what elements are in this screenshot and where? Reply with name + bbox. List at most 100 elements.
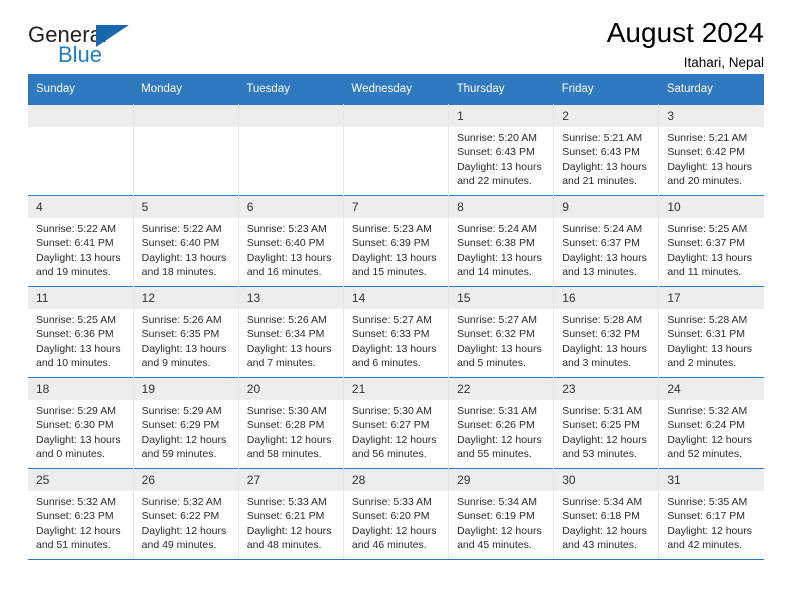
day-details: Sunrise: 5:23 AM Sunset: 6:40 PM Daylight:… bbox=[239, 218, 343, 279]
daylight-duration-line1: Daylight: 13 hours bbox=[667, 342, 752, 355]
day-details: Sunrise: 5:21 AM Sunset: 6:42 PM Daylight:… bbox=[659, 127, 764, 188]
general-blue-logo[interactable]: General Blue bbox=[28, 24, 168, 72]
sunrise-time: Sunrise: 5:25 AM bbox=[667, 223, 748, 235]
weekday-header-tuesday: Tuesday bbox=[238, 74, 344, 105]
day-details: Sunrise: 5:25 AM Sunset: 6:37 PM Daylight:… bbox=[659, 218, 764, 279]
day-number bbox=[28, 105, 133, 127]
day-details: Sunrise: 5:29 AM Sunset: 6:30 PM Daylight:… bbox=[28, 400, 133, 461]
calendar-day-cell[interactable]: 26 Sunrise: 5:32 AM Sunset: 6:22 PM Dayligh… bbox=[132, 468, 239, 560]
calendar-day-cell[interactable]: 6 Sunrise: 5:23 AM Sunset: 6:40 PM Daylight… bbox=[237, 195, 344, 287]
calendar-day-cell[interactable]: 14 Sunrise: 5:27 AM Sunset: 6:33 PM Dayligh… bbox=[342, 286, 450, 378]
daylight-duration-line1: Daylight: 12 hours bbox=[667, 524, 752, 537]
calendar-day-cell[interactable]: 23 Sunrise: 5:31 AM Sunset: 6:25 PM Dayligh… bbox=[553, 377, 660, 469]
sunrise-time: Sunrise: 5:29 AM bbox=[141, 405, 222, 417]
day-number: 13 bbox=[238, 287, 343, 309]
calendar-day-cell[interactable]: 22 Sunrise: 5:31 AM Sunset: 6:26 PM Dayligh… bbox=[448, 377, 555, 469]
calendar-day-cell[interactable]: 11 Sunrise: 5:25 AM Sunset: 6:36 PM Dayligh… bbox=[28, 286, 134, 378]
sunrise-time: Sunrise: 5:35 AM bbox=[667, 496, 748, 508]
sunset-time: Sunset: 6:33 PM bbox=[351, 328, 430, 341]
day-details: Sunrise: 5:20 AM Sunset: 6:43 PM Daylight:… bbox=[449, 127, 553, 188]
calendar-day-cell[interactable]: 1 Sunrise: 5:20 AM Sunset: 6:43 PM Daylight… bbox=[448, 104, 555, 196]
calendar-day-cell[interactable]: 20 Sunrise: 5:30 AM Sunset: 6:28 PM Dayligh… bbox=[237, 377, 344, 469]
day-details: Sunrise: 5:32 AM Sunset: 6:22 PM Daylight:… bbox=[134, 491, 238, 552]
daylight-duration-line2: and 46 minutes. bbox=[351, 538, 427, 551]
calendar-day-cell[interactable]: 2 Sunrise: 5:21 AM Sunset: 6:43 PM Daylight… bbox=[553, 104, 660, 196]
calendar-day-cell[interactable]: 13 Sunrise: 5:26 AM Sunset: 6:34 PM Dayligh… bbox=[237, 286, 344, 378]
calendar-day-cell[interactable]: 12 Sunrise: 5:26 AM Sunset: 6:35 PM Dayligh… bbox=[132, 286, 239, 378]
sunset-time: Sunset: 6:22 PM bbox=[141, 510, 220, 523]
day-number: 25 bbox=[28, 469, 133, 491]
day-number: 11 bbox=[28, 287, 133, 309]
day-number: 7 bbox=[343, 196, 449, 218]
day-number: 24 bbox=[659, 378, 764, 400]
day-number: 20 bbox=[238, 378, 343, 400]
calendar-day-cell[interactable]: 28 Sunrise: 5:33 AM Sunset: 6:20 PM Dayligh… bbox=[342, 468, 450, 560]
daylight-duration-line2: and 42 minutes. bbox=[667, 538, 743, 551]
calendar-day-cell[interactable]: 3 Sunrise: 5:21 AM Sunset: 6:42 PM Daylight… bbox=[658, 104, 764, 196]
calendar-day-cell[interactable]: 25 Sunrise: 5:32 AM Sunset: 6:23 PM Dayligh… bbox=[28, 468, 134, 560]
day-details: Sunrise: 5:29 AM Sunset: 6:29 PM Daylight:… bbox=[134, 400, 238, 461]
calendar-day-cell[interactable]: 21 Sunrise: 5:30 AM Sunset: 6:27 PM Dayligh… bbox=[342, 377, 450, 469]
daylight-duration-line2: and 56 minutes. bbox=[351, 447, 427, 460]
calendar-day-cell[interactable]: 18 Sunrise: 5:29 AM Sunset: 6:30 PM Dayligh… bbox=[28, 377, 134, 469]
day-details: Sunrise: 5:31 AM Sunset: 6:25 PM Daylight:… bbox=[554, 400, 658, 461]
sunset-time: Sunset: 6:23 PM bbox=[36, 510, 114, 523]
weekday-header-wednesday: Wednesday bbox=[343, 74, 449, 105]
weekday-header-saturday: Saturday bbox=[658, 74, 764, 105]
sunset-time: Sunset: 6:36 PM bbox=[36, 328, 114, 341]
sunset-time: Sunset: 6:18 PM bbox=[562, 510, 640, 523]
day-number: 8 bbox=[449, 196, 554, 218]
calendar-day-cell[interactable]: 9 Sunrise: 5:24 AM Sunset: 6:37 PM Daylight… bbox=[553, 195, 660, 287]
calendar-day-cell[interactable]: 5 Sunrise: 5:22 AM Sunset: 6:40 PM Daylight… bbox=[132, 195, 239, 287]
calendar-day-cell[interactable]: 16 Sunrise: 5:28 AM Sunset: 6:32 PM Dayligh… bbox=[553, 286, 660, 378]
calendar-day-cell[interactable]: 15 Sunrise: 5:27 AM Sunset: 6:32 PM Dayligh… bbox=[448, 286, 555, 378]
day-number: 31 bbox=[659, 469, 764, 491]
day-details: Sunrise: 5:34 AM Sunset: 6:18 PM Daylight:… bbox=[554, 491, 658, 552]
daylight-duration-line2: and 55 minutes. bbox=[457, 447, 532, 460]
sunset-time: Sunset: 6:32 PM bbox=[562, 328, 640, 341]
weekday-header-sunday: Sunday bbox=[28, 74, 134, 105]
day-number: 30 bbox=[554, 469, 659, 491]
calendar-day-cell[interactable]: 27 Sunrise: 5:33 AM Sunset: 6:21 PM Dayligh… bbox=[237, 468, 344, 560]
calendar-day-cell[interactable]: 4 Sunrise: 5:22 AM Sunset: 6:41 PM Daylight… bbox=[28, 195, 134, 287]
calendar-day-cell[interactable]: 31 Sunrise: 5:35 AM Sunset: 6:17 PM Dayligh… bbox=[658, 468, 764, 560]
daylight-duration-line2: and 6 minutes. bbox=[351, 356, 421, 369]
day-details: Sunrise: 5:33 AM Sunset: 6:20 PM Daylight:… bbox=[344, 491, 448, 552]
day-number: 28 bbox=[343, 469, 449, 491]
day-number bbox=[343, 105, 449, 127]
calendar-day-cell[interactable]: 7 Sunrise: 5:23 AM Sunset: 6:39 PM Daylight… bbox=[342, 195, 450, 287]
calendar-day-cell[interactable]: 29 Sunrise: 5:34 AM Sunset: 6:19 PM Dayligh… bbox=[448, 468, 555, 560]
calendar-day-cell[interactable]: 19 Sunrise: 5:29 AM Sunset: 6:29 PM Dayligh… bbox=[132, 377, 239, 469]
sunrise-time: Sunrise: 5:33 AM bbox=[246, 496, 327, 508]
daylight-duration-line1: Daylight: 12 hours bbox=[562, 524, 647, 537]
daylight-duration-line1: Daylight: 13 hours bbox=[36, 251, 121, 264]
day-number: 22 bbox=[449, 378, 554, 400]
sunset-time: Sunset: 6:34 PM bbox=[246, 328, 325, 341]
calendar-day-cell[interactable]: 8 Sunrise: 5:24 AM Sunset: 6:38 PM Daylight… bbox=[448, 195, 555, 287]
day-number: 19 bbox=[133, 378, 238, 400]
sunrise-time: Sunrise: 5:30 AM bbox=[246, 405, 327, 417]
sunrise-time: Sunrise: 5:24 AM bbox=[457, 223, 538, 235]
daylight-duration-line1: Daylight: 13 hours bbox=[141, 251, 227, 264]
day-number: 29 bbox=[449, 469, 554, 491]
sunrise-time: Sunrise: 5:28 AM bbox=[562, 314, 643, 326]
daylight-duration-line1: Daylight: 13 hours bbox=[351, 342, 437, 355]
sunrise-time: Sunrise: 5:32 AM bbox=[141, 496, 222, 508]
sunrise-time: Sunrise: 5:29 AM bbox=[36, 405, 116, 417]
sunset-time: Sunset: 6:37 PM bbox=[667, 237, 745, 250]
calendar-day-cell[interactable]: 24 Sunrise: 5:32 AM Sunset: 6:24 PM Dayligh… bbox=[658, 377, 764, 469]
sunrise-time: Sunrise: 5:21 AM bbox=[667, 132, 748, 144]
calendar-day-cell[interactable]: 10 Sunrise: 5:25 AM Sunset: 6:37 PM Dayligh… bbox=[658, 195, 764, 287]
calendar-day-cell[interactable]: 17 Sunrise: 5:28 AM Sunset: 6:31 PM Dayligh… bbox=[658, 286, 764, 378]
sunrise-time: Sunrise: 5:25 AM bbox=[36, 314, 116, 326]
daylight-duration-line2: and 48 minutes. bbox=[246, 538, 322, 551]
sunrise-time: Sunrise: 5:28 AM bbox=[667, 314, 748, 326]
calendar-day-cell[interactable]: 30 Sunrise: 5:34 AM Sunset: 6:18 PM Dayligh… bbox=[553, 468, 660, 560]
daylight-duration-line2: and 51 minutes. bbox=[36, 538, 111, 551]
sunrise-time: Sunrise: 5:24 AM bbox=[562, 223, 643, 235]
day-number: 16 bbox=[554, 287, 659, 309]
daylight-duration-line1: Daylight: 12 hours bbox=[562, 433, 647, 446]
daylight-duration-line2: and 21 minutes. bbox=[562, 174, 637, 187]
sunrise-time: Sunrise: 5:26 AM bbox=[246, 314, 327, 326]
sunset-time: Sunset: 6:42 PM bbox=[667, 146, 745, 159]
